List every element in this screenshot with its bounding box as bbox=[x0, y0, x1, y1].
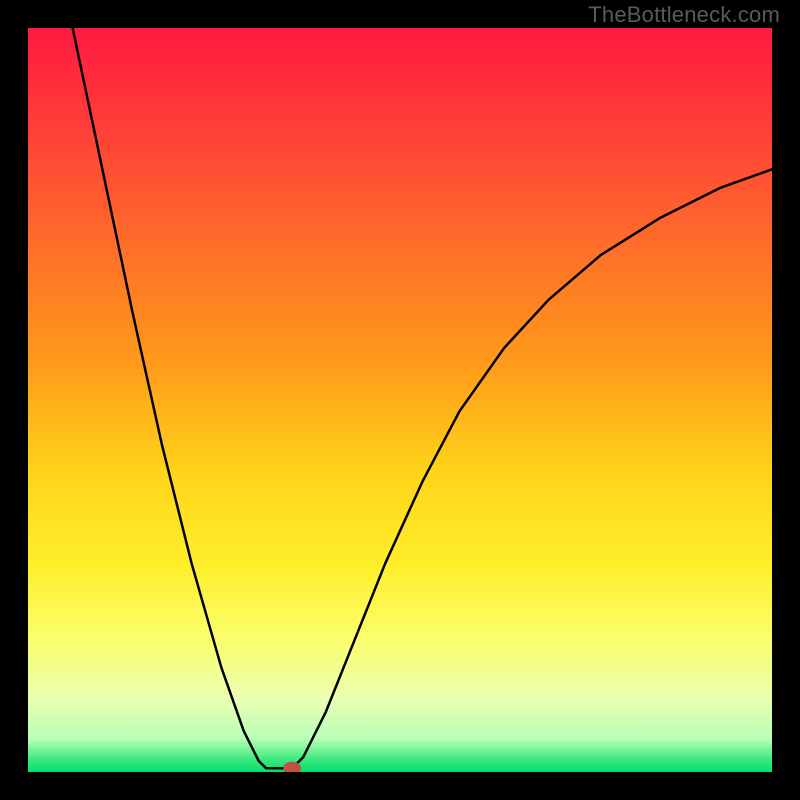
plot-area bbox=[28, 28, 772, 772]
gradient-background bbox=[28, 28, 772, 772]
chart-container: TheBottleneck.com bbox=[0, 0, 800, 800]
bottleneck-chart bbox=[28, 28, 772, 772]
watermark-text: TheBottleneck.com bbox=[588, 2, 780, 28]
